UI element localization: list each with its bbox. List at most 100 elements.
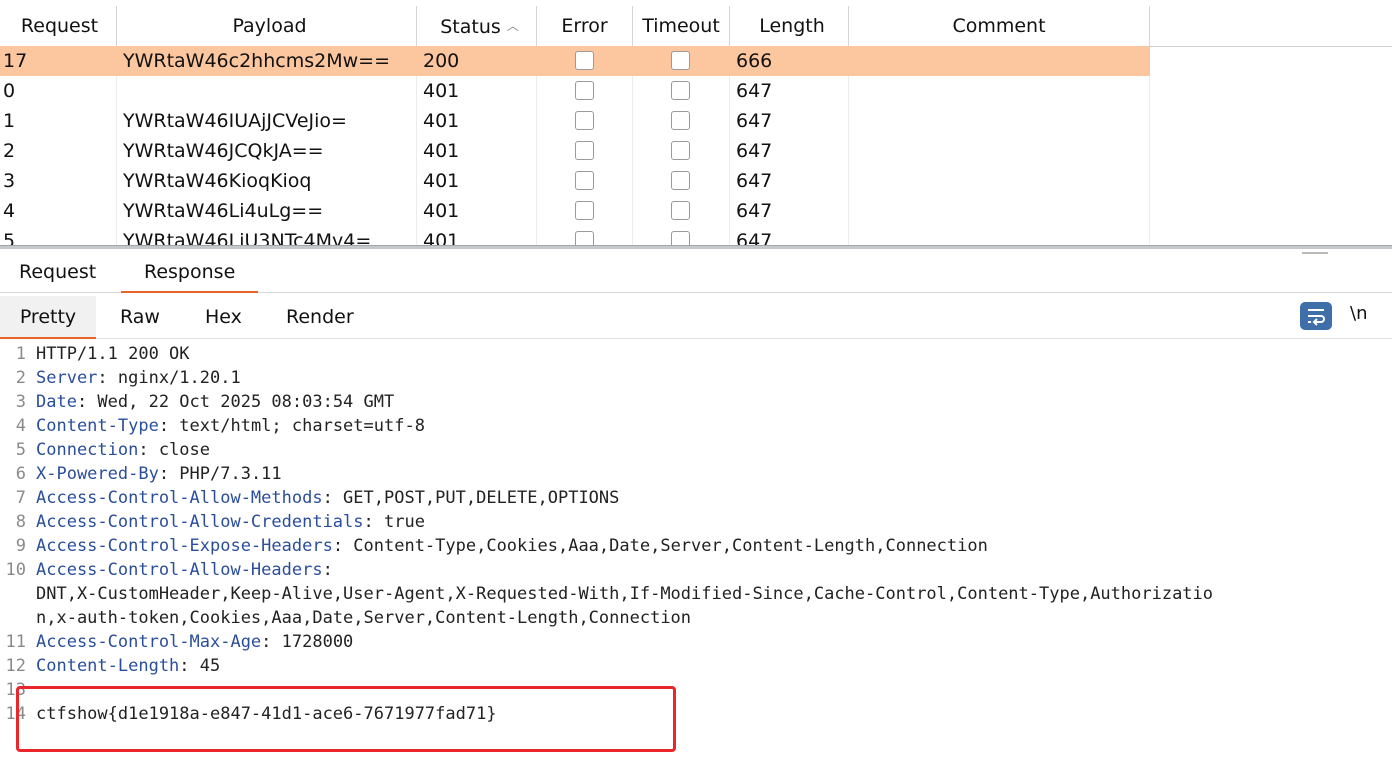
response-line: Server: nginx/1.20.1 <box>36 366 241 390</box>
header-name: Access-Control-Allow-Methods <box>36 488 323 508</box>
header-value: : nginx/1.20.1 <box>97 368 241 388</box>
column-header-comment[interactable]: Comment <box>849 6 1150 46</box>
tab-render[interactable]: Render <box>286 296 354 338</box>
timeout-cell <box>633 166 730 196</box>
timeout-cell <box>633 226 730 245</box>
header-value: : 1728000 <box>261 632 354 652</box>
column-header-error[interactable]: Error <box>537 6 633 46</box>
length-cell: 647 <box>730 196 849 226</box>
payload-cell: YWRtaW46KioqKioq <box>117 166 417 196</box>
timeout-checkbox[interactable] <box>671 231 690 245</box>
error-checkbox[interactable] <box>574 51 594 70</box>
error-cell <box>537 166 633 196</box>
timeout-checkbox[interactable] <box>671 51 690 70</box>
table-row[interactable]: 17 YWRtaW46c2hhcms2Mw== 200 666 <box>0 46 1150 76</box>
error-cell <box>537 76 633 106</box>
error-cell <box>537 136 633 166</box>
request-number-cell: 1 <box>0 106 117 136</box>
column-header-payload[interactable]: Payload <box>117 6 417 46</box>
status-cell: 401 <box>417 136 537 166</box>
drag-grip[interactable] <box>1302 252 1328 254</box>
table-header: Request Payload Status ︿ Error Timeout Le… <box>0 6 1392 47</box>
request-number-cell: 4 <box>0 196 117 226</box>
header-name: Connection <box>36 440 139 460</box>
timeout-checkbox[interactable] <box>671 111 690 130</box>
timeout-checkbox[interactable] <box>671 171 690 190</box>
comment-cell <box>849 166 1150 196</box>
line-number <box>0 606 26 630</box>
payload-cell: YWRtaW46Li4uLg== <box>117 196 417 226</box>
line-number: 8 <box>15 512 26 532</box>
line-number: 2 <box>15 368 26 388</box>
line-number <box>0 582 26 606</box>
timeout-cell <box>633 106 730 136</box>
table-body: 17 YWRtaW46c2hhcms2Mw== 200 666 0 401 647 1 YWRt… <box>0 46 1392 245</box>
header-name: Access-Control-Max-Age <box>36 632 262 652</box>
error-cell <box>537 226 633 245</box>
table-row[interactable]: 3 YWRtaW46KioqKioq 401 647 <box>0 166 1392 196</box>
error-checkbox[interactable] <box>574 231 594 245</box>
results-table: Request Payload Status ︿ Error Timeout Le… <box>0 0 1392 245</box>
line-number: 10 <box>5 560 26 580</box>
column-header-request[interactable]: Request <box>0 6 117 46</box>
response-line: Content-Type: text/html; charset=utf-8 <box>36 414 425 438</box>
timeout-cell <box>633 76 730 106</box>
payload-cell: YWRtaW46IUAjJCVeJio= <box>117 106 417 136</box>
sort-ascending-icon: ︿ <box>506 19 519 33</box>
length-cell: 666 <box>736 50 773 72</box>
tab-raw[interactable]: Raw <box>120 296 160 338</box>
status-cell: 401 <box>417 166 537 196</box>
request-number-cell: 0 <box>0 76 117 106</box>
line-number: 7 <box>15 488 26 508</box>
header-name: Access-Control-Allow-Headers <box>36 560 323 580</box>
show-newlines-button[interactable]: \n <box>1350 302 1367 326</box>
comment-cell <box>849 46 1150 76</box>
header-value: : Content-Type,Cookies,Aaa,Date,Server,C… <box>332 536 988 556</box>
line-number: 12 <box>5 656 26 676</box>
comment-cell <box>849 106 1150 136</box>
view-tabs: Pretty Raw Hex Render <box>0 296 1392 339</box>
error-checkbox[interactable] <box>574 171 594 190</box>
line-number: 5 <box>15 440 26 460</box>
timeout-checkbox[interactable] <box>671 141 690 160</box>
response-line: Date: Wed, 22 Oct 2025 08:03:54 GMT <box>36 390 394 414</box>
response-line: X-Powered-By: PHP/7.3.11 <box>36 462 282 486</box>
highlight-box <box>16 686 676 752</box>
column-header-status[interactable]: Status ︿ <box>417 6 537 46</box>
response-line: Content-Length: 45 <box>36 654 220 678</box>
timeout-checkbox[interactable] <box>671 201 690 220</box>
request-number-cell: 5 <box>0 226 117 245</box>
table-row[interactable]: 0 401 647 <box>0 76 1392 106</box>
error-checkbox[interactable] <box>574 141 594 160</box>
line-number: 9 <box>15 536 26 556</box>
tab-pretty[interactable]: Pretty <box>0 296 96 339</box>
tab-request[interactable]: Request <box>19 252 96 292</box>
wrap-lines-button[interactable] <box>1300 302 1332 330</box>
table-row[interactable]: 2 YWRtaW46JCQkJA== 401 647 <box>0 136 1392 166</box>
splitter-handle[interactable] <box>0 245 1392 249</box>
table-row[interactable]: 4 YWRtaW46Li4uLg== 401 647 <box>0 196 1392 226</box>
length-cell: 647 <box>730 226 849 245</box>
table-row[interactable]: 1 YWRtaW46IUAjJCVeJio= 401 647 <box>0 106 1392 136</box>
timeout-checkbox[interactable] <box>671 81 690 100</box>
length-cell: 647 <box>730 106 849 136</box>
status-cell: 401 <box>417 196 537 226</box>
error-checkbox[interactable] <box>574 111 594 130</box>
table-row[interactable]: 5 YWRtaW46LiU3NTc4Mv4= 401 647 <box>0 226 1392 245</box>
error-cell <box>537 46 633 76</box>
header-value: : text/html; charset=utf-8 <box>158 416 425 436</box>
header-value: : true <box>363 512 425 532</box>
tab-hex[interactable]: Hex <box>205 296 242 338</box>
header-value: : <box>322 560 333 580</box>
response-line: Connection: close <box>36 438 210 462</box>
error-checkbox[interactable] <box>574 201 594 220</box>
line-number: 4 <box>15 416 26 436</box>
header-value: : GET,POST,PUT,DELETE,OPTIONS <box>322 488 620 508</box>
timeout-cell <box>633 196 730 226</box>
tab-response[interactable]: Response <box>121 252 259 293</box>
error-checkbox[interactable] <box>574 81 594 100</box>
column-header-length[interactable]: Length <box>730 6 849 46</box>
column-header-timeout[interactable]: Timeout <box>633 6 730 46</box>
header-name: Access-Control-Allow-Credentials <box>36 512 364 532</box>
request-number-cell: 3 <box>0 166 117 196</box>
